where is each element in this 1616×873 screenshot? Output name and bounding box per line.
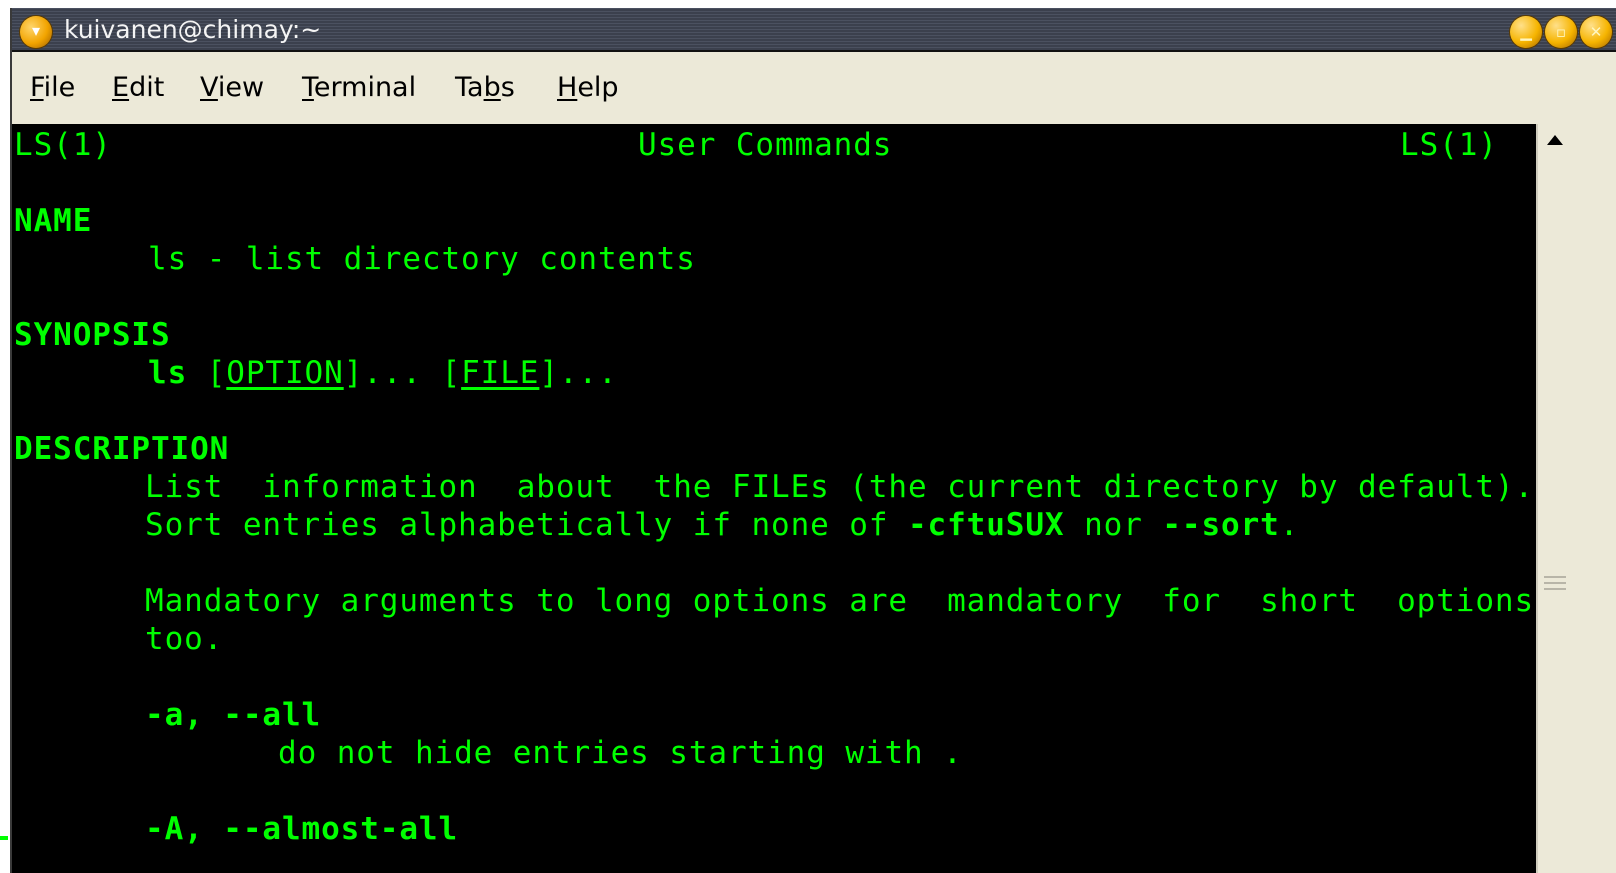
close-icon: ✕ bbox=[1589, 23, 1603, 41]
vertical-scrollbar[interactable] bbox=[1536, 124, 1572, 873]
window-controls: ▁ ▫ ✕ bbox=[1510, 16, 1612, 48]
name-text: ls - list directory contents bbox=[148, 241, 696, 277]
section-name-heading: NAME bbox=[14, 203, 93, 239]
menu-bar: File Edit View Terminal Tabs Help bbox=[12, 54, 1616, 124]
menu-view[interactable]: View bbox=[200, 72, 264, 104]
description-text: . bbox=[1279, 507, 1300, 543]
synopsis-command: ls bbox=[148, 355, 188, 391]
terminal-window: ▾ kuivanen@chimay:~ ▁ ▫ ✕ File Edit View… bbox=[10, 8, 1616, 873]
synopsis-bracket: [ bbox=[441, 355, 462, 391]
menu-terminal[interactable]: Terminal bbox=[302, 72, 416, 104]
minimize-button[interactable]: ▁ bbox=[1510, 16, 1542, 48]
option-all-description: do not hide entries starting with . bbox=[278, 735, 963, 771]
terminal-output[interactable]: LS(1) User Commands LS(1) NAME ls - list… bbox=[12, 124, 1536, 873]
option-all: -a, --all bbox=[145, 697, 322, 733]
synopsis-file: FILE bbox=[461, 355, 540, 391]
menu-edit[interactable]: Edit bbox=[112, 72, 164, 104]
close-button[interactable]: ✕ bbox=[1580, 16, 1612, 48]
synopsis-bracket: [ bbox=[206, 355, 227, 391]
terminal-edge-artifact bbox=[0, 836, 8, 840]
window-menu-icon[interactable]: ▾ bbox=[20, 16, 52, 48]
description-line-1: List information about the FILEs (the cu… bbox=[145, 469, 1535, 505]
description-text: Sort entries alphabetically if none of bbox=[145, 507, 908, 543]
window-title: kuivanen@chimay:~ bbox=[64, 15, 322, 44]
minimize-icon: ▁ bbox=[1520, 23, 1532, 41]
menu-file[interactable]: File bbox=[30, 72, 75, 104]
menu-help[interactable]: Help bbox=[557, 72, 619, 104]
maximize-icon: ▫ bbox=[1555, 23, 1567, 41]
maximize-button[interactable]: ▫ bbox=[1545, 16, 1577, 48]
option-almost-all: -A, --almost-all bbox=[145, 811, 459, 847]
synopsis-ellipsis: ]... bbox=[539, 355, 618, 391]
description-line-4: too. bbox=[145, 621, 224, 657]
scroll-thumb-grip[interactable] bbox=[1544, 576, 1566, 594]
synopsis-option: OPTION bbox=[226, 355, 344, 391]
option-sort: --sort bbox=[1162, 507, 1280, 543]
man-header-left: LS(1) bbox=[14, 127, 112, 163]
synopsis-ellipsis: ]... bbox=[343, 355, 422, 391]
description-line-2: Sort entries alphabetically if none of -… bbox=[145, 506, 1299, 544]
scroll-up-button[interactable] bbox=[1538, 128, 1572, 158]
description-text: nor bbox=[1064, 507, 1163, 543]
arrow-up-icon bbox=[1547, 135, 1563, 145]
description-line-3: Mandatory arguments to long options are … bbox=[145, 583, 1535, 619]
synopsis-line: ls [OPTION]... [FILE]... bbox=[148, 354, 618, 392]
title-bar[interactable]: ▾ kuivanen@chimay:~ ▁ ▫ ✕ bbox=[12, 8, 1616, 52]
section-synopsis-heading: SYNOPSIS bbox=[14, 317, 171, 353]
section-description-heading: DESCRIPTION bbox=[14, 431, 230, 467]
menu-tabs[interactable]: Tabs bbox=[455, 72, 515, 104]
man-header-right: LS(1) bbox=[1400, 127, 1498, 163]
man-header-center: User Commands bbox=[638, 127, 893, 163]
option-cftusux: -cftuSUX bbox=[907, 507, 1065, 543]
